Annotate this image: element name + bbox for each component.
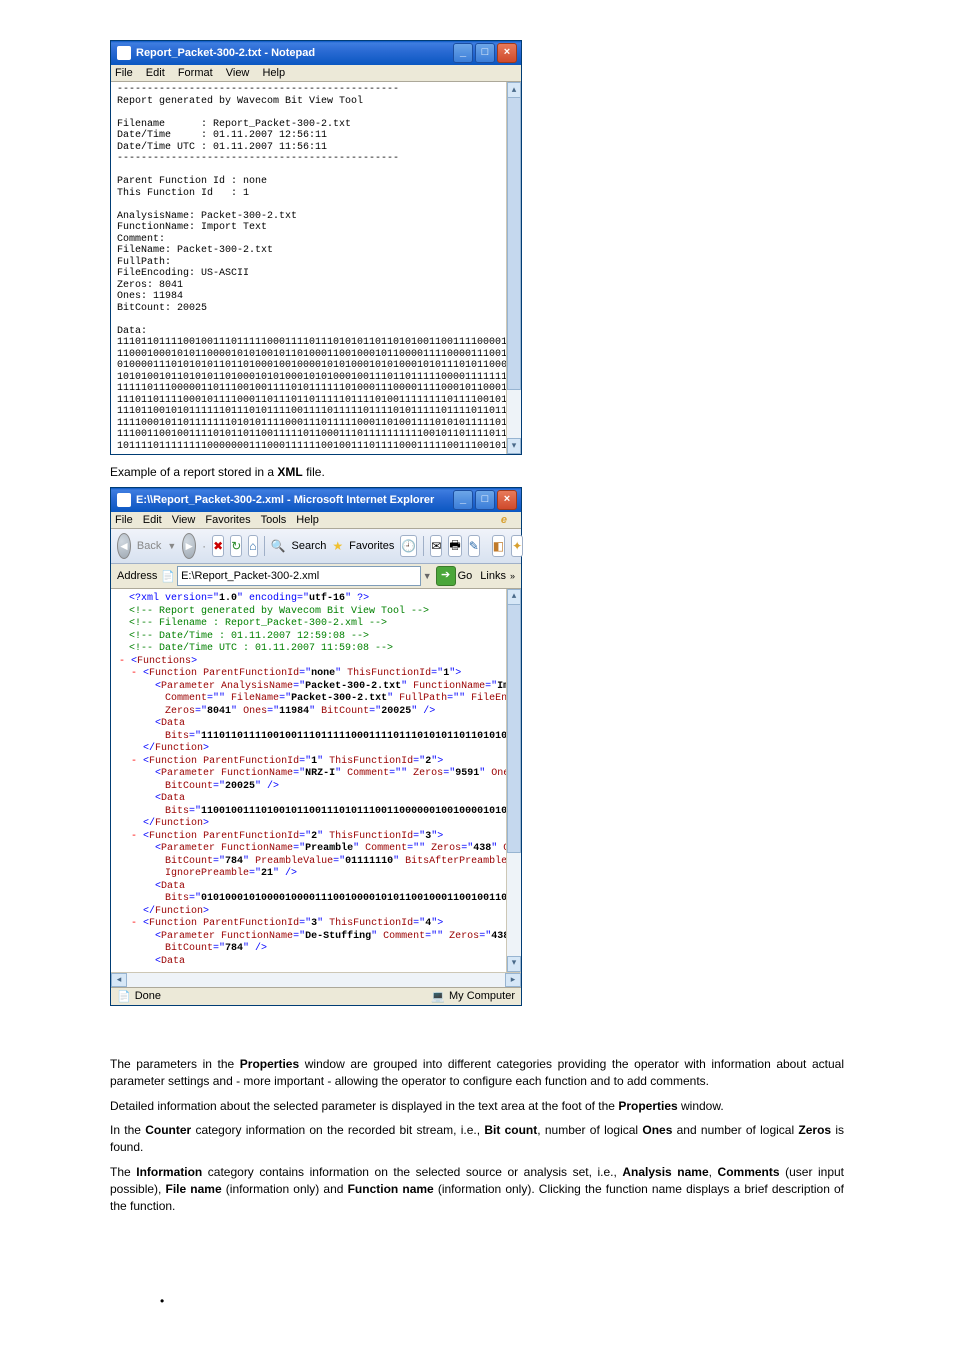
links-chevron-icon[interactable]: »: [510, 571, 515, 581]
history-button[interactable]: 🕘: [400, 535, 417, 557]
search-label[interactable]: Search: [292, 540, 327, 552]
ie-horizontal-scrollbar[interactable]: ◂ ▸: [111, 972, 521, 987]
back-label: Back: [137, 540, 161, 552]
ie-close-button[interactable]: ×: [497, 490, 517, 510]
vertical-scrollbar[interactable]: ▴ ▾: [506, 82, 521, 454]
ie-toolbar: ◄ Back ▼ ► · ✖ ↻ ⌂ 🔍 Search ★ Favorites …: [111, 529, 521, 564]
address-input[interactable]: [177, 566, 421, 586]
menu-file[interactable]: File: [115, 67, 133, 79]
ie-menu-file[interactable]: File: [115, 514, 133, 526]
back-button[interactable]: ◄: [117, 533, 131, 559]
notepad-icon: [117, 46, 131, 60]
ie-menu-view[interactable]: View: [172, 514, 196, 526]
caption: Example of a report stored in a XML file…: [110, 465, 844, 479]
collapse-toggle[interactable]: -: [131, 831, 137, 842]
refresh-button[interactable]: ↻: [230, 535, 242, 557]
scroll-thumb[interactable]: [507, 97, 521, 390]
go-label: Go: [458, 570, 473, 582]
notepad-window: Report_Packet-300-2.txt - Notepad _ □ × …: [110, 40, 522, 455]
ie-maximize-button[interactable]: □: [475, 490, 495, 510]
ie-titlebar[interactable]: E:\\Report_Packet-300-2.xml - Microsoft …: [111, 488, 521, 512]
ie-vertical-scrollbar[interactable]: ▴ ▾: [506, 589, 521, 972]
ie-menu-edit[interactable]: Edit: [143, 514, 162, 526]
ie-title: E:\\Report_Packet-300-2.xml - Microsoft …: [136, 494, 434, 506]
paragraph-1: The parameters in the Properties window …: [110, 1056, 844, 1090]
address-label: Address: [117, 570, 157, 582]
ie-scroll-up-button[interactable]: ▴: [507, 589, 521, 605]
ie-scroll-left-button[interactable]: ◂: [111, 973, 127, 987]
menu-format[interactable]: Format: [178, 67, 213, 79]
ie-menu-tools[interactable]: Tools: [261, 514, 287, 526]
menu-edit[interactable]: Edit: [146, 67, 165, 79]
ie-minimize-button[interactable]: _: [453, 490, 473, 510]
notepad-title: Report_Packet-300-2.txt - Notepad: [136, 47, 315, 59]
minimize-button[interactable]: _: [453, 43, 473, 63]
xml-comment: <!-- Filename : Report_Packet-300-2.xml …: [129, 618, 515, 631]
ie-menu-favorites[interactable]: Favorites: [205, 514, 250, 526]
ie-scroll-thumb[interactable]: [507, 604, 521, 853]
ie-scroll-right-button[interactable]: ▸: [505, 973, 521, 987]
search-icon: 🔍: [271, 539, 286, 553]
status-done: Done: [135, 990, 161, 1003]
collapse-toggle[interactable]: -: [131, 668, 137, 679]
status-zone-icon: 💻: [431, 990, 445, 1003]
bullet-marker: •: [160, 1294, 844, 1308]
ie-window: E:\\Report_Packet-300-2.xml - Microsoft …: [110, 487, 522, 1006]
home-button[interactable]: ⌂: [248, 535, 257, 557]
close-button[interactable]: ×: [497, 43, 517, 63]
paragraph-3: In the Counter category information on t…: [110, 1122, 844, 1156]
status-zone: My Computer: [449, 990, 515, 1003]
ie-menubar: File Edit View Favorites Tools Help e: [111, 512, 521, 529]
ie-logo-icon: e: [501, 514, 507, 526]
notepad-menubar: File Edit Format View Help: [111, 65, 521, 82]
back-dropdown-icon[interactable]: ▼: [167, 541, 176, 551]
collapse-toggle[interactable]: -: [119, 656, 125, 667]
links-label[interactable]: Links: [480, 570, 506, 582]
xml-comment: <!-- Date/Time : 01.11.2007 12:59:08 -->: [129, 631, 515, 644]
print-button[interactable]: 🖶: [448, 535, 461, 557]
forward-button[interactable]: ►: [182, 533, 196, 559]
notepad-content[interactable]: ----------------------------------------…: [117, 84, 519, 452]
collapse-toggle[interactable]: -: [131, 756, 137, 767]
ie-icon: [117, 493, 131, 507]
toolbar-extra-2[interactable]: ✦: [511, 535, 523, 557]
paragraph-2: Detailed information about the selected …: [110, 1098, 844, 1115]
ie-scroll-down-button[interactable]: ▾: [507, 956, 521, 972]
go-button[interactable]: ➔: [436, 566, 456, 586]
maximize-button[interactable]: □: [475, 43, 495, 63]
favorites-icon: ★: [332, 539, 343, 553]
status-page-icon: 📄: [117, 990, 131, 1003]
ie-body: <?xml version="1.0" encoding="utf-16" ?>…: [111, 589, 521, 972]
collapse-toggle[interactable]: -: [131, 918, 137, 929]
ie-menu-help[interactable]: Help: [296, 514, 319, 526]
ie-status-bar: 📄 Done 💻 My Computer: [111, 987, 521, 1005]
paragraph-4: The Information category contains inform…: [110, 1164, 844, 1214]
mail-button[interactable]: ✉: [430, 535, 442, 557]
notepad-titlebar[interactable]: Report_Packet-300-2.txt - Notepad _ □ ×: [111, 41, 521, 65]
address-file-icon: 📄: [161, 570, 175, 583]
stop-button[interactable]: ✖: [212, 535, 224, 557]
scroll-down-button[interactable]: ▾: [507, 438, 521, 454]
favorites-label[interactable]: Favorites: [349, 540, 394, 552]
ie-address-bar: Address 📄 ▼ ➔ Go Links »: [111, 564, 521, 589]
notepad-body: ----------------------------------------…: [111, 82, 521, 454]
edit-button[interactable]: ✎: [468, 535, 480, 557]
toolbar-extra-1[interactable]: ◧: [492, 535, 505, 557]
body-text: The parameters in the Properties window …: [110, 1056, 844, 1214]
xml-comment: <!-- Report generated by Wavecom Bit Vie…: [129, 606, 515, 619]
scroll-up-button[interactable]: ▴: [507, 82, 521, 98]
xml-comment: <!-- Date/Time UTC : 01.11.2007 11:59:08…: [129, 643, 515, 656]
menu-view[interactable]: View: [226, 67, 250, 79]
menu-help[interactable]: Help: [262, 67, 285, 79]
address-dropdown-icon[interactable]: ▼: [423, 571, 432, 581]
